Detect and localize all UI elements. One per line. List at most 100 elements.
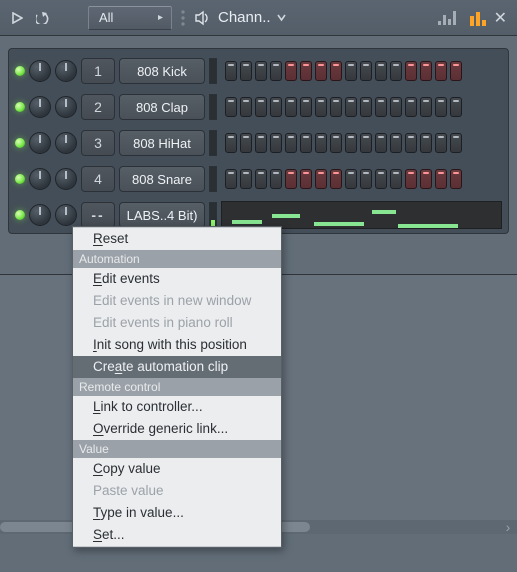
channel-name-button[interactable]: 808 Snare — [119, 166, 205, 192]
step-button[interactable] — [225, 61, 237, 81]
step-button[interactable] — [405, 61, 417, 81]
step-button[interactable] — [390, 97, 402, 117]
step-button[interactable] — [285, 61, 297, 81]
menu-item[interactable]: Create automation clip — [73, 356, 281, 378]
step-button[interactable] — [270, 169, 282, 189]
step-button[interactable] — [300, 97, 312, 117]
menu-item[interactable]: Link to controller... — [73, 396, 281, 418]
channel-group-dropdown[interactable]: All — [88, 6, 172, 30]
step-button[interactable] — [240, 97, 252, 117]
step-button[interactable] — [435, 61, 447, 81]
volume-knob[interactable] — [55, 60, 77, 82]
step-button[interactable] — [315, 169, 327, 189]
step-button[interactable] — [375, 133, 387, 153]
step-button[interactable] — [345, 169, 357, 189]
step-button[interactable] — [315, 133, 327, 153]
step-button[interactable] — [240, 133, 252, 153]
step-button[interactable] — [300, 61, 312, 81]
volume-knob[interactable] — [55, 132, 77, 154]
channel-enable-led[interactable] — [15, 210, 25, 220]
channel-name-button[interactable]: 808 HiHat — [119, 130, 205, 156]
step-button[interactable] — [405, 169, 417, 189]
close-icon[interactable]: ✕ — [490, 8, 511, 28]
step-button[interactable] — [450, 61, 462, 81]
step-button[interactable] — [435, 133, 447, 153]
menu-item[interactable]: Copy value — [73, 458, 281, 480]
channel-number[interactable]: -- — [81, 202, 115, 228]
channel-name-button[interactable]: 808 Kick — [119, 58, 205, 84]
step-button[interactable] — [315, 97, 327, 117]
volume-knob[interactable] — [55, 96, 77, 118]
step-button[interactable] — [285, 97, 297, 117]
step-button[interactable] — [270, 97, 282, 117]
step-button[interactable] — [255, 133, 267, 153]
step-button[interactable] — [435, 169, 447, 189]
channel-number[interactable]: 3 — [81, 130, 115, 156]
redo-icon[interactable] — [32, 7, 54, 29]
step-button[interactable] — [450, 169, 462, 189]
channel-name-button[interactable]: LABS..4 Bit) — [119, 202, 205, 228]
step-button[interactable] — [285, 133, 297, 153]
scroll-right-icon[interactable]: › — [501, 520, 515, 534]
step-button[interactable] — [300, 169, 312, 189]
step-button[interactable] — [285, 169, 297, 189]
step-button[interactable] — [360, 97, 372, 117]
channel-number[interactable]: 1 — [81, 58, 115, 84]
step-button[interactable] — [450, 133, 462, 153]
step-button[interactable] — [405, 97, 417, 117]
step-button[interactable] — [435, 97, 447, 117]
step-button[interactable] — [225, 133, 237, 153]
channel-enable-led[interactable] — [15, 66, 25, 76]
step-button[interactable] — [360, 133, 372, 153]
pan-knob[interactable] — [29, 60, 51, 82]
volume-knob[interactable] — [55, 204, 77, 226]
step-button[interactable] — [225, 97, 237, 117]
step-button[interactable] — [375, 61, 387, 81]
step-button[interactable] — [420, 97, 432, 117]
step-button[interactable] — [345, 133, 357, 153]
menu-item[interactable]: Init song with this position — [73, 334, 281, 356]
play-icon[interactable] — [6, 7, 28, 29]
menu-item[interactable]: Type in value... — [73, 502, 281, 524]
mini-piano-roll[interactable] — [221, 201, 502, 229]
step-button[interactable] — [375, 97, 387, 117]
pan-knob[interactable] — [29, 96, 51, 118]
step-button[interactable] — [225, 169, 237, 189]
channel-number[interactable]: 2 — [81, 94, 115, 120]
step-button[interactable] — [315, 61, 327, 81]
channel-enable-led[interactable] — [15, 102, 25, 112]
step-button[interactable] — [345, 97, 357, 117]
channel-display[interactable]: Chann.. — [194, 9, 286, 27]
step-button[interactable] — [390, 61, 402, 81]
pan-knob[interactable] — [29, 132, 51, 154]
channel-enable-led[interactable] — [15, 174, 25, 184]
step-button[interactable] — [255, 61, 267, 81]
channel-enable-led[interactable] — [15, 138, 25, 148]
channel-number[interactable]: 4 — [81, 166, 115, 192]
volume-knob[interactable] — [55, 168, 77, 190]
pan-knob[interactable] — [29, 204, 51, 226]
menu-item[interactable]: Set... — [73, 524, 281, 546]
step-button[interactable] — [240, 61, 252, 81]
step-button[interactable] — [330, 97, 342, 117]
step-button[interactable] — [390, 133, 402, 153]
step-button[interactable] — [375, 169, 387, 189]
step-button[interactable] — [405, 133, 417, 153]
ppq-icon[interactable] — [470, 10, 486, 26]
step-button[interactable] — [240, 169, 252, 189]
step-button[interactable] — [450, 97, 462, 117]
step-button[interactable] — [420, 61, 432, 81]
step-button[interactable] — [270, 61, 282, 81]
pan-knob[interactable] — [29, 168, 51, 190]
menu-item[interactable]: Reset — [73, 228, 281, 250]
step-button[interactable] — [255, 169, 267, 189]
step-button[interactable] — [360, 61, 372, 81]
step-button[interactable] — [255, 97, 267, 117]
step-button[interactable] — [300, 133, 312, 153]
step-button[interactable] — [420, 133, 432, 153]
step-button[interactable] — [270, 133, 282, 153]
step-button[interactable] — [390, 169, 402, 189]
step-button[interactable] — [330, 133, 342, 153]
step-button[interactable] — [330, 169, 342, 189]
step-button[interactable] — [330, 61, 342, 81]
